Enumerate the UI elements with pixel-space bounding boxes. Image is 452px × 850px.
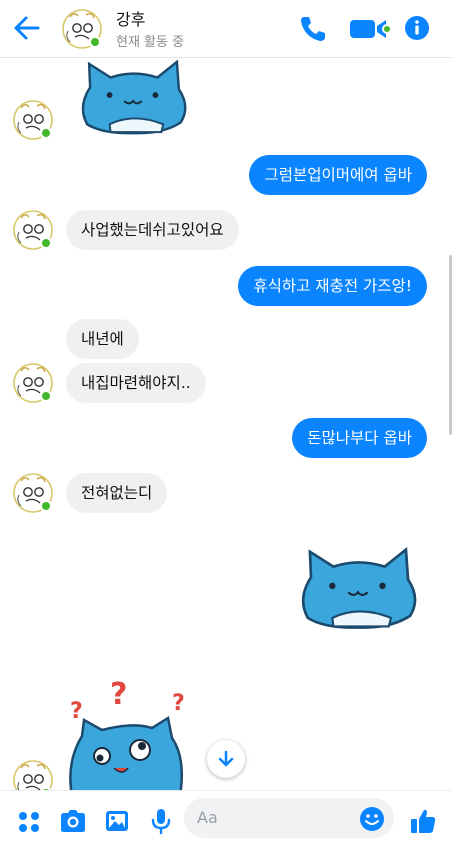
microphone-icon[interactable] xyxy=(148,806,174,836)
back-arrow-icon[interactable] xyxy=(10,12,44,44)
message-bubble-incoming[interactable]: 내집마련해야지.. xyxy=(66,363,206,403)
message-bubble-incoming[interactable]: 전혀없는디 xyxy=(66,473,168,513)
camera-icon[interactable] xyxy=(58,806,88,836)
message-list[interactable]: 그럼본업이머에여 옵바 사업했는데쉬고있어요 휴식하고 재충전 가즈앙! 내년에… xyxy=(0,58,452,790)
message-bubble-incoming[interactable]: 내년에 xyxy=(66,319,139,359)
thumbs-up-icon[interactable] xyxy=(408,806,438,836)
sender-avatar[interactable] xyxy=(13,100,53,140)
message-bubble-incoming[interactable]: 사업했는데쉬고있어요 xyxy=(66,210,239,250)
grid-icon[interactable] xyxy=(16,806,42,836)
message-bubble-outgoing[interactable]: 그럼본업이머에여 옵바 xyxy=(249,155,427,195)
message-bubble-outgoing[interactable]: 휴식하고 재충전 가즈앙! xyxy=(238,266,427,306)
svg-text:?: ? xyxy=(172,691,185,716)
phone-icon[interactable] xyxy=(298,13,326,43)
video-camera-icon[interactable] xyxy=(348,13,392,43)
message-input-placeholder: Aa xyxy=(197,808,218,827)
sender-avatar[interactable] xyxy=(13,210,53,250)
image-icon[interactable] xyxy=(103,806,131,836)
message-bubble-outgoing[interactable]: 돈많나부다 옵바 xyxy=(292,418,427,458)
info-icon[interactable] xyxy=(403,13,431,43)
emoji-icon[interactable] xyxy=(359,806,385,832)
sender-avatar[interactable] xyxy=(13,363,53,403)
contact-status: 현재 활동 중 xyxy=(116,35,185,50)
chat-header: 강후 현재 활동 중 xyxy=(0,0,452,58)
cat-sticker xyxy=(75,58,193,136)
confused-cat-sticker: ? ? ? xyxy=(69,677,185,790)
cat-sticker xyxy=(295,544,423,632)
scroll-down-icon xyxy=(218,750,234,767)
contact-avatar[interactable] xyxy=(62,9,102,49)
sender-avatar[interactable] xyxy=(13,760,53,790)
svg-text:?: ? xyxy=(70,699,83,724)
contact-name[interactable]: 강후 xyxy=(116,6,145,30)
sender-avatar[interactable] xyxy=(13,473,53,513)
scroll-to-bottom-button[interactable] xyxy=(207,740,245,778)
svg-text:?: ? xyxy=(110,677,127,712)
